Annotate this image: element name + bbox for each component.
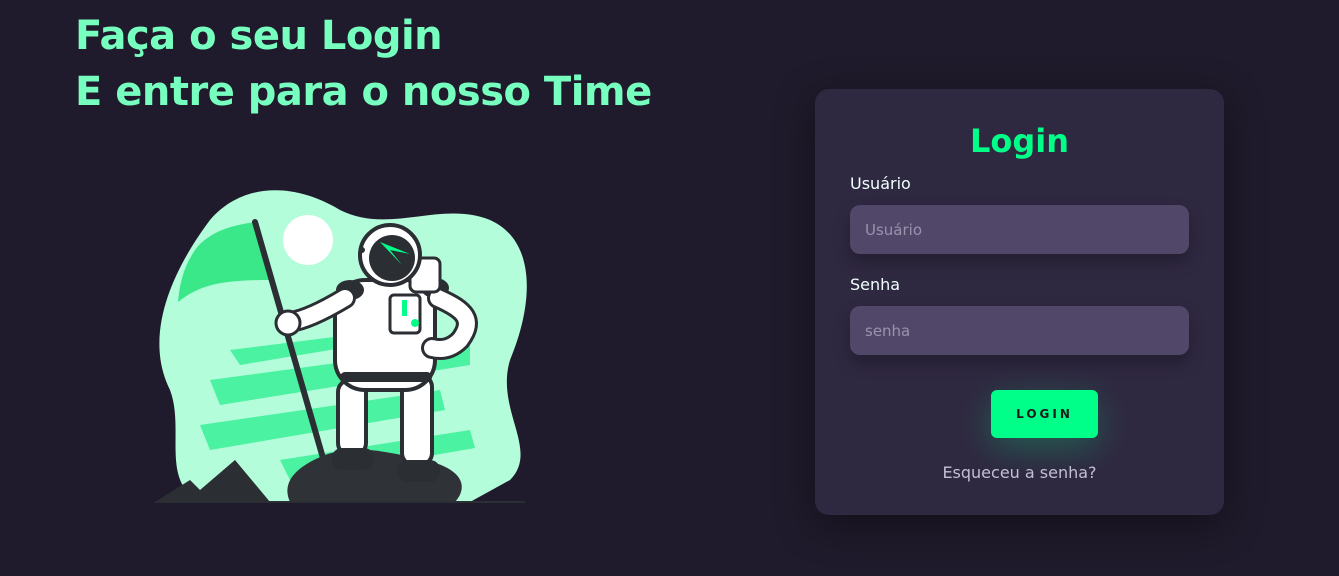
login-card: Login Usuário Senha LOGIN Esqueceu a sen… [815,89,1224,515]
username-label: Usuário [850,174,911,193]
login-title: Login [969,122,1070,160]
hero-headline-line2: E entre para o nosso Time [75,69,652,115]
login-button[interactable]: LOGIN [991,390,1098,438]
username-input[interactable] [850,205,1189,254]
password-label: Senha [850,275,901,294]
hero-headline-line1: Faça o seu Login [75,13,443,59]
astronaut-illustration [155,190,527,503]
hero-headline: Faça o seu Login E entre para o nosso Ti… [75,8,652,120]
forgot-password-link[interactable]: Esqueceu a senha? [815,463,1224,483]
login-page: Faça o seu Login E entre para o nosso Ti… [0,0,1339,576]
password-input[interactable] [850,306,1189,355]
